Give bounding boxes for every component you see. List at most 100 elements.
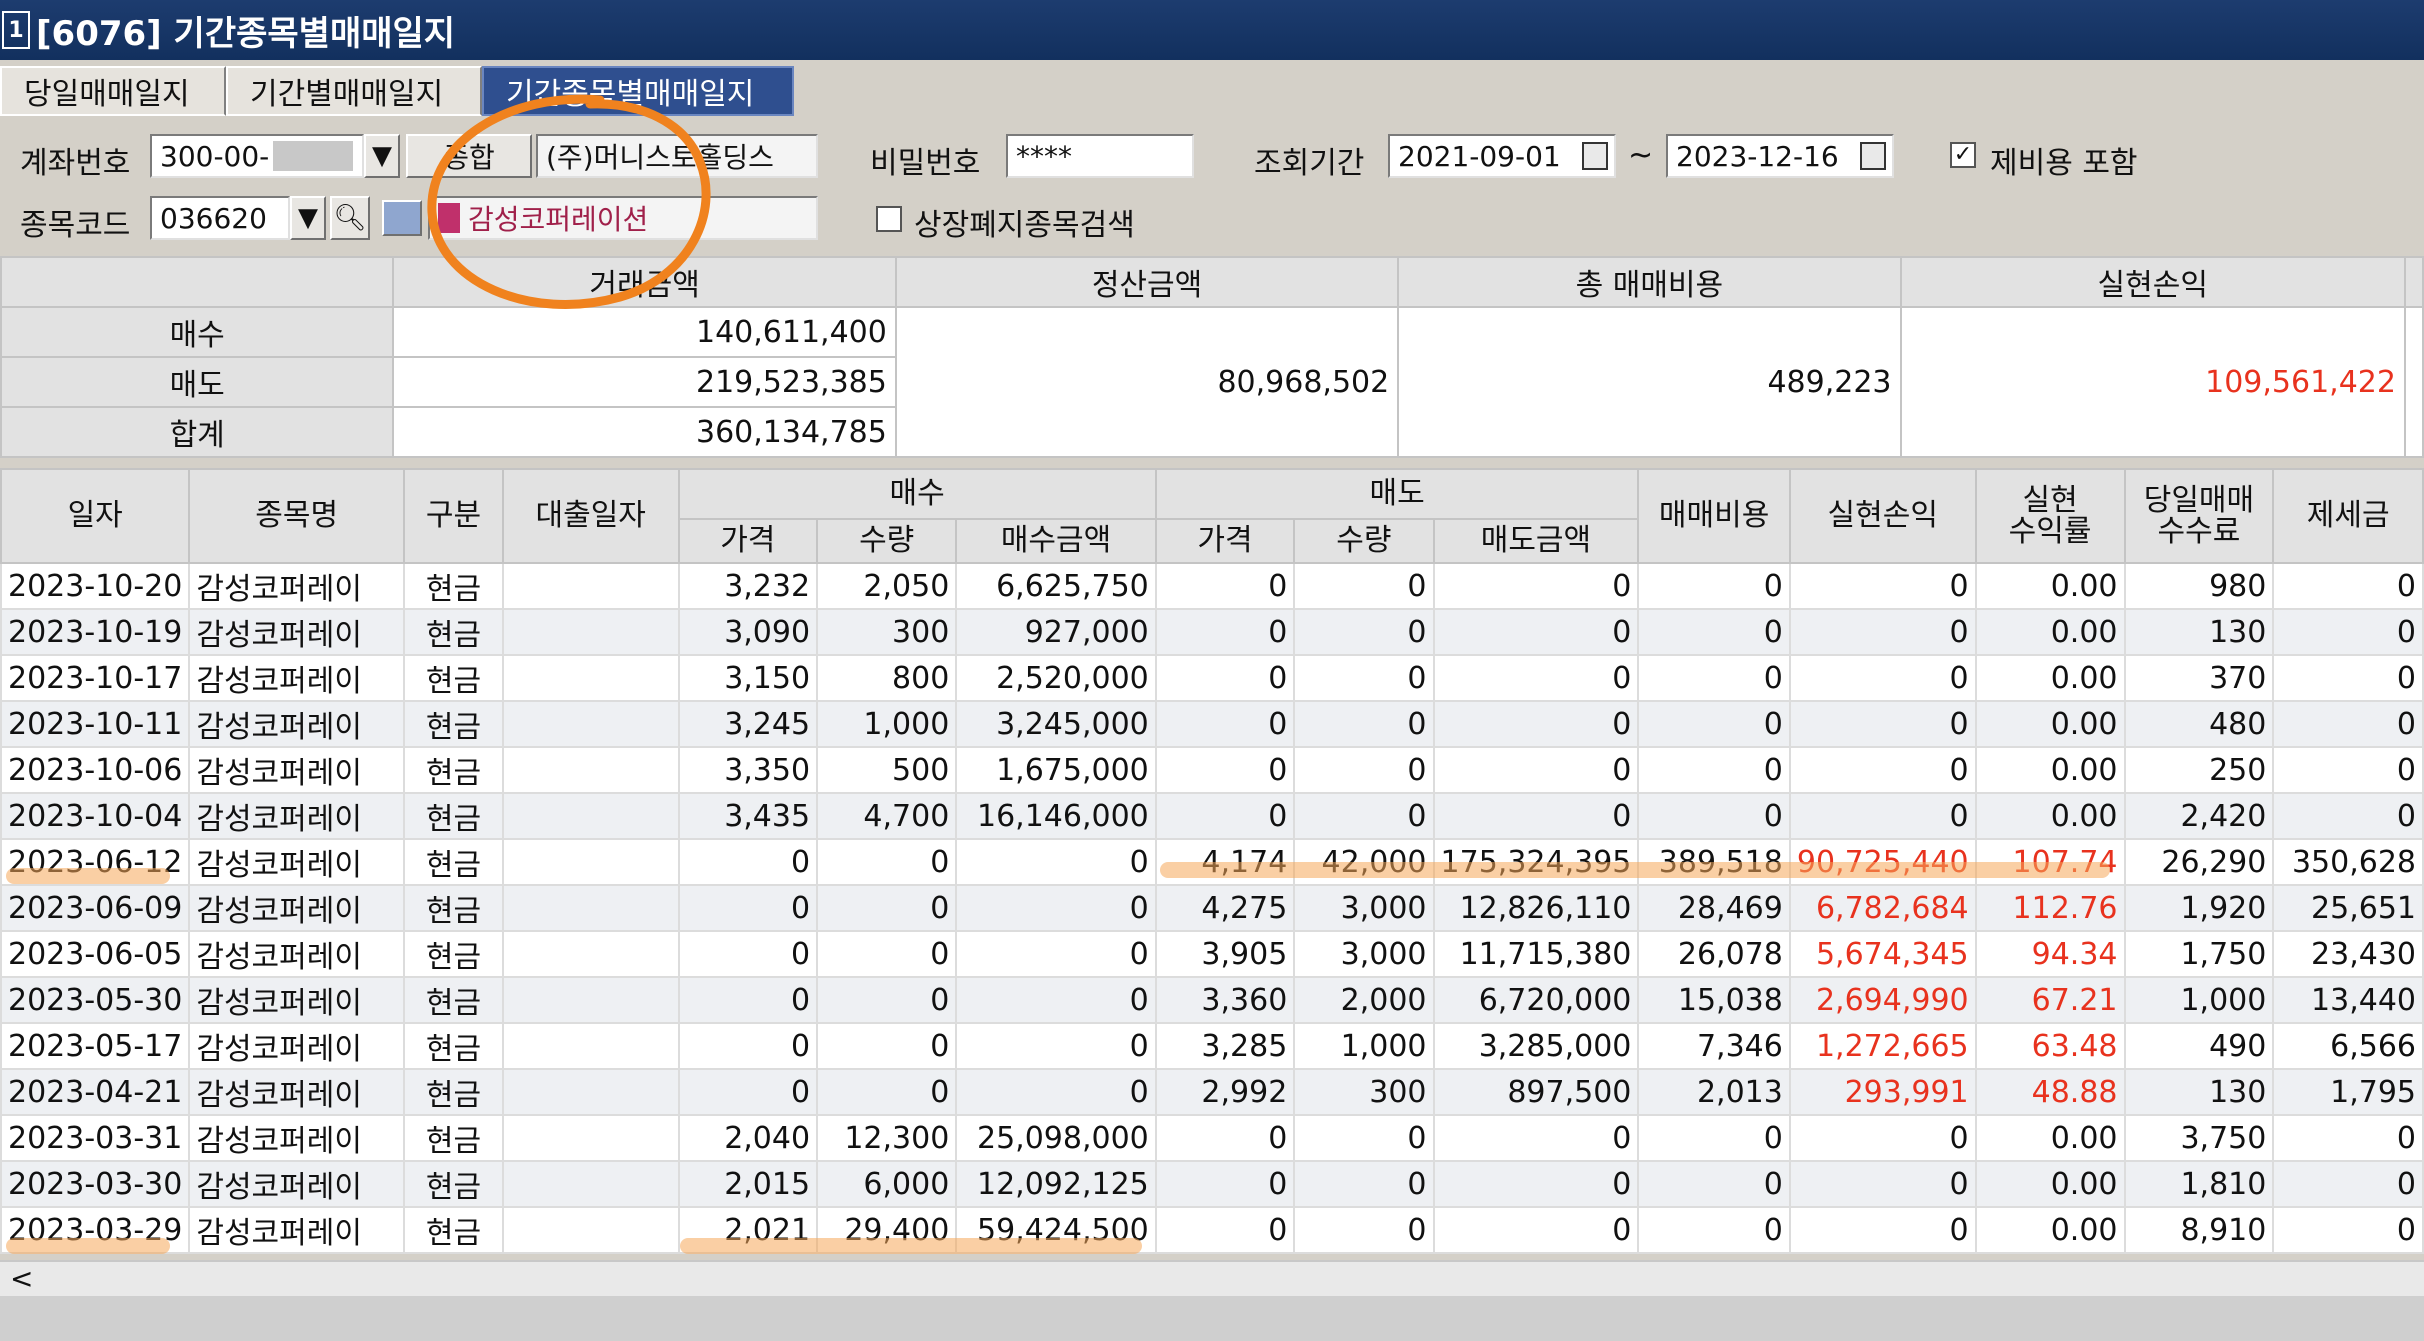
cell-sell-qty: 0 xyxy=(1293,1160,1435,1208)
col-header-stock-name[interactable]: 종목명 xyxy=(188,468,406,564)
cell-type: 현금 xyxy=(403,1160,504,1208)
cell-realized-pnl: 6,782,684 xyxy=(1788,884,1977,932)
col-header-realized-pnl[interactable]: 실현손익 xyxy=(1788,468,1977,564)
cell-day-fee: 1,920 xyxy=(2123,884,2275,932)
col-header-sell-price[interactable]: 가격 xyxy=(1154,518,1296,564)
cell-sell-amount: 897,500 xyxy=(1432,1068,1640,1116)
col-header-day-fee[interactable]: 당일매매 수수료 xyxy=(2123,468,2275,564)
cell-realized-pnl: 0 xyxy=(1788,562,1977,610)
col-header-type[interactable]: 구분 xyxy=(403,468,504,564)
chevron-down-icon: ▼ xyxy=(372,141,392,171)
cell-buy-price: 2,040 xyxy=(677,1114,819,1162)
horizontal-scrollbar[interactable]: < xyxy=(0,1260,2424,1296)
stock-type-toggle[interactable] xyxy=(382,200,422,236)
col-header-buy-amount[interactable]: 매수금액 xyxy=(955,518,1157,564)
cell-buy-amount: 3,245,000 xyxy=(955,700,1157,748)
cell-day-fee: 2,420 xyxy=(2123,792,2275,840)
table-row[interactable]: 2023-10-20 감성코퍼레이 현금 3,232 2,050 6,625,750 0 0 0… xyxy=(0,562,2424,610)
table-row[interactable]: 2023-03-30 감성코퍼레이 현금 2,015 6,000 12,092,125 0 0… xyxy=(0,1160,2424,1208)
cell-loan-date xyxy=(501,1160,680,1208)
cell-date: 2023-06-05 xyxy=(0,930,191,978)
include-fees-checkbox[interactable]: ✓ xyxy=(1950,142,1976,168)
cell-sell-price: 0 xyxy=(1154,746,1296,794)
col-header-sell-qty[interactable]: 수량 xyxy=(1293,518,1435,564)
window-menu-icon[interactable]: 1 xyxy=(2,11,30,49)
table-row[interactable]: 2023-06-09 감성코퍼레이 현금 0 0 0 4,275 3,000 12,826,11… xyxy=(0,884,2424,932)
highlight-date-0612 xyxy=(6,868,170,884)
cell-return-rate: 0.00 xyxy=(1974,700,2126,748)
cell-loan-date xyxy=(501,1114,680,1162)
cell-sell-qty: 3,000 xyxy=(1293,884,1435,932)
cell-sell-amount: 0 xyxy=(1432,1206,1640,1254)
cell-realized-pnl: 0 xyxy=(1788,1160,1977,1208)
col-header-loan-date[interactable]: 대출일자 xyxy=(501,468,680,564)
table-row[interactable]: 2023-10-17 감성코퍼레이 현금 3,150 800 2,520,000 0 0 0 0 0… xyxy=(0,654,2424,702)
table-row[interactable]: 2023-05-30 감성코퍼레이 현금 0 0 0 3,360 2,000 6,720,000… xyxy=(0,976,2424,1024)
cell-stock-name: 감성코퍼레이 xyxy=(188,1160,406,1208)
cell-sell-amount: 3,285,000 xyxy=(1432,1022,1640,1070)
account-dropdown-button[interactable]: ▼ xyxy=(364,134,400,178)
cell-sell-qty: 300 xyxy=(1293,1068,1435,1116)
delisted-search-checkbox[interactable] xyxy=(876,206,902,232)
table-row[interactable]: 2023-03-29 감성코퍼레이 현금 2,021 29,400 59,424,500 0… xyxy=(0,1206,2424,1254)
cell-day-fee: 1,810 xyxy=(2123,1160,2275,1208)
cell-type: 현금 xyxy=(403,1206,504,1254)
stock-code-field[interactable]: 036620 xyxy=(150,196,290,240)
cell-buy-amount: 927,000 xyxy=(955,608,1157,656)
col-header-tax[interactable]: 제세금 xyxy=(2272,468,2424,564)
summary-settle-value: 80,968,502 xyxy=(894,306,1400,458)
table-row[interactable]: 2023-05-17 감성코퍼레이 현금 0 0 0 3,285 1,000 3,285,000… xyxy=(0,1022,2424,1070)
cell-tax: 23,430 xyxy=(2272,930,2424,978)
table-row[interactable]: 2023-10-04 감성코퍼레이 현금 3,435 4,700 16,146,000 0 0… xyxy=(0,792,2424,840)
stock-code-dropdown-button[interactable]: ▼ xyxy=(290,196,326,240)
cell-return-rate: 63.48 xyxy=(1974,1022,2126,1070)
table-row[interactable]: 2023-06-05 감성코퍼레이 현금 0 0 0 3,905 3,000 11,715,38… xyxy=(0,930,2424,978)
cell-day-fee: 130 xyxy=(2123,608,2275,656)
col-header-date[interactable]: 일자 xyxy=(0,468,191,564)
summary-row-sell-label: 매도 xyxy=(0,356,395,408)
cell-cost: 0 xyxy=(1637,1160,1791,1208)
account-number-field[interactable]: 300-00- xyxy=(150,134,364,178)
cell-sell-qty: 3,000 xyxy=(1293,930,1435,978)
cell-sell-price: 3,905 xyxy=(1154,930,1296,978)
table-row[interactable]: 2023-04-21 감성코퍼레이 현금 0 0 0 2,992 300 897,500 2,01… xyxy=(0,1068,2424,1116)
cell-cost: 0 xyxy=(1637,1114,1791,1162)
table-row[interactable]: 2023-03-31 감성코퍼레이 현금 2,040 12,300 25,098,000 0… xyxy=(0,1114,2424,1162)
annotation-circle-icon xyxy=(427,94,711,309)
cell-cost: 0 xyxy=(1637,792,1791,840)
cell-sell-amount: 0 xyxy=(1432,654,1640,702)
calendar-icon[interactable] xyxy=(1860,142,1886,170)
table-row[interactable]: 2023-10-11 감성코퍼레이 현금 3,245 1,000 3,245,000 0 0 0… xyxy=(0,700,2424,748)
trade-journal-grid: 일자 종목명 구분 대출일자 매수 매도 매매비용 실현손익 실현 수익률 당일매… xyxy=(0,468,2424,1254)
col-header-buy-qty[interactable]: 수량 xyxy=(816,518,958,564)
col-header-return-rate[interactable]: 실현 수익률 xyxy=(1974,468,2126,564)
cell-buy-qty: 800 xyxy=(816,654,958,702)
col-header-cost[interactable]: 매매비용 xyxy=(1637,468,1791,564)
summary-header-pad xyxy=(2403,256,2424,308)
cell-sell-qty: 2,000 xyxy=(1293,976,1435,1024)
cell-sell-amount: 0 xyxy=(1432,608,1640,656)
summary-sell-trade: 219,523,385 xyxy=(392,356,897,408)
cell-tax: 6,566 xyxy=(2272,1022,2424,1070)
col-header-sell-amount[interactable]: 매도금액 xyxy=(1432,518,1640,564)
password-field[interactable]: **** xyxy=(1006,134,1194,178)
cell-loan-date xyxy=(501,1206,680,1254)
summary-row-buy-label: 매수 xyxy=(0,306,395,358)
cell-day-fee: 130 xyxy=(2123,1068,2275,1116)
stock-search-button[interactable]: 🔍︎ xyxy=(330,196,370,240)
cell-date: 2023-03-30 xyxy=(0,1160,191,1208)
cell-sell-price: 0 xyxy=(1154,792,1296,840)
scroll-left-icon[interactable]: < xyxy=(10,1262,33,1295)
table-row[interactable]: 2023-10-06 감성코퍼레이 현금 3,350 500 1,675,000 0 0 0 0 0… xyxy=(0,746,2424,794)
cell-type: 현금 xyxy=(403,562,504,610)
table-row[interactable]: 2023-10-19 감성코퍼레이 현금 3,090 300 927,000 0 0 0 0 0 0.… xyxy=(0,608,2424,656)
cell-cost: 28,469 xyxy=(1637,884,1791,932)
cell-stock-name: 감성코퍼레이 xyxy=(188,746,406,794)
cell-sell-qty: 0 xyxy=(1293,654,1435,702)
calendar-icon[interactable] xyxy=(1582,142,1608,170)
tab-daily-journal[interactable]: 당일매매일지 xyxy=(0,66,226,116)
date-to-field[interactable]: 2023-12-16 xyxy=(1666,134,1894,178)
summary-header-settle: 정산금액 xyxy=(894,256,1400,308)
date-from-field[interactable]: 2021-09-01 xyxy=(1388,134,1616,178)
col-header-buy-price[interactable]: 가격 xyxy=(677,518,819,564)
